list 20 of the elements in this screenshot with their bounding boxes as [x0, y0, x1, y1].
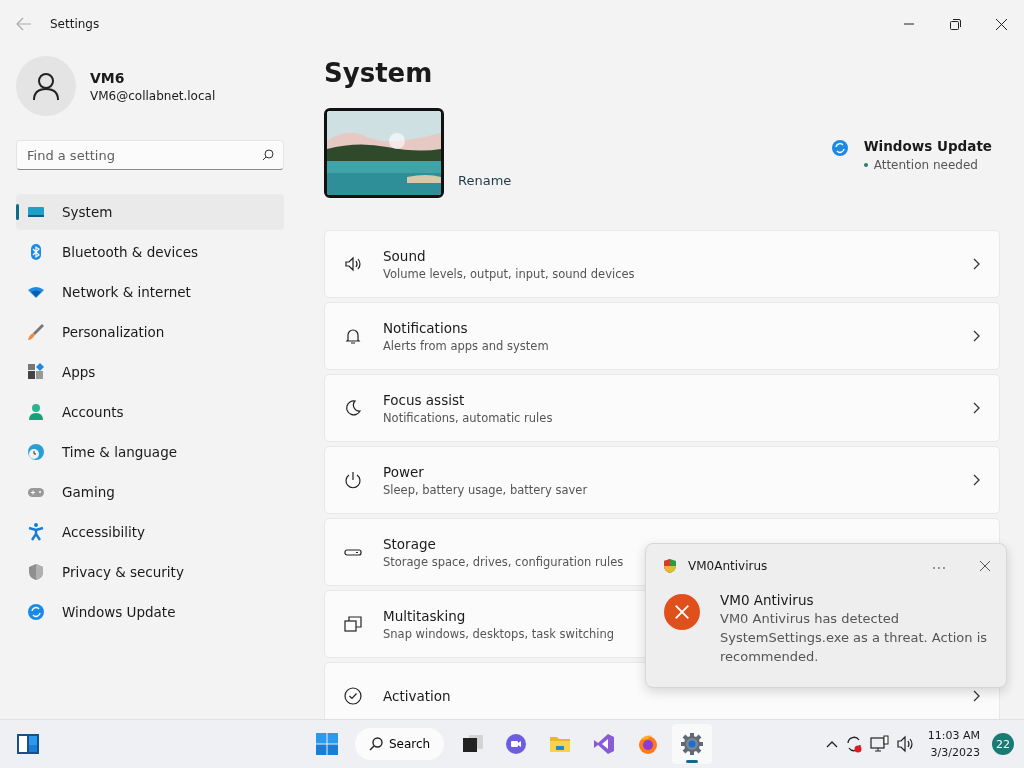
setting-title: Storage — [383, 535, 437, 552]
user-email: VM6@collabnet.local — [90, 88, 216, 103]
setting-title: Focus assist — [383, 391, 466, 408]
setting-title: Activation — [383, 688, 451, 704]
setting-description: Notifications, automatic rules — [383, 410, 553, 425]
setting-description: Storage space, drives, configuration rules — [383, 554, 624, 569]
setting-title: Multitasking — [383, 607, 467, 624]
toast-app-name: VM0Antivirus — [688, 559, 768, 573]
update-status: Attention needed — [873, 158, 978, 172]
setting-description: Snap windows, desktops, task switching — [383, 626, 615, 641]
setting-description: Alerts from apps and system — [383, 338, 549, 353]
user-name: VM6 — [90, 69, 126, 86]
setting-title: Power — [383, 463, 425, 480]
window-title: Settings — [50, 17, 100, 31]
page-title: System — [324, 58, 434, 88]
setting-title: Sound — [383, 247, 427, 264]
setting-description: Sleep, battery usage, battery saver — [383, 482, 588, 497]
toast-title: VM0 Antivirus — [720, 592, 815, 608]
setting-description: Volume levels, output, input, sound devices — [383, 266, 635, 281]
setting-title: Notifications — [383, 319, 469, 336]
